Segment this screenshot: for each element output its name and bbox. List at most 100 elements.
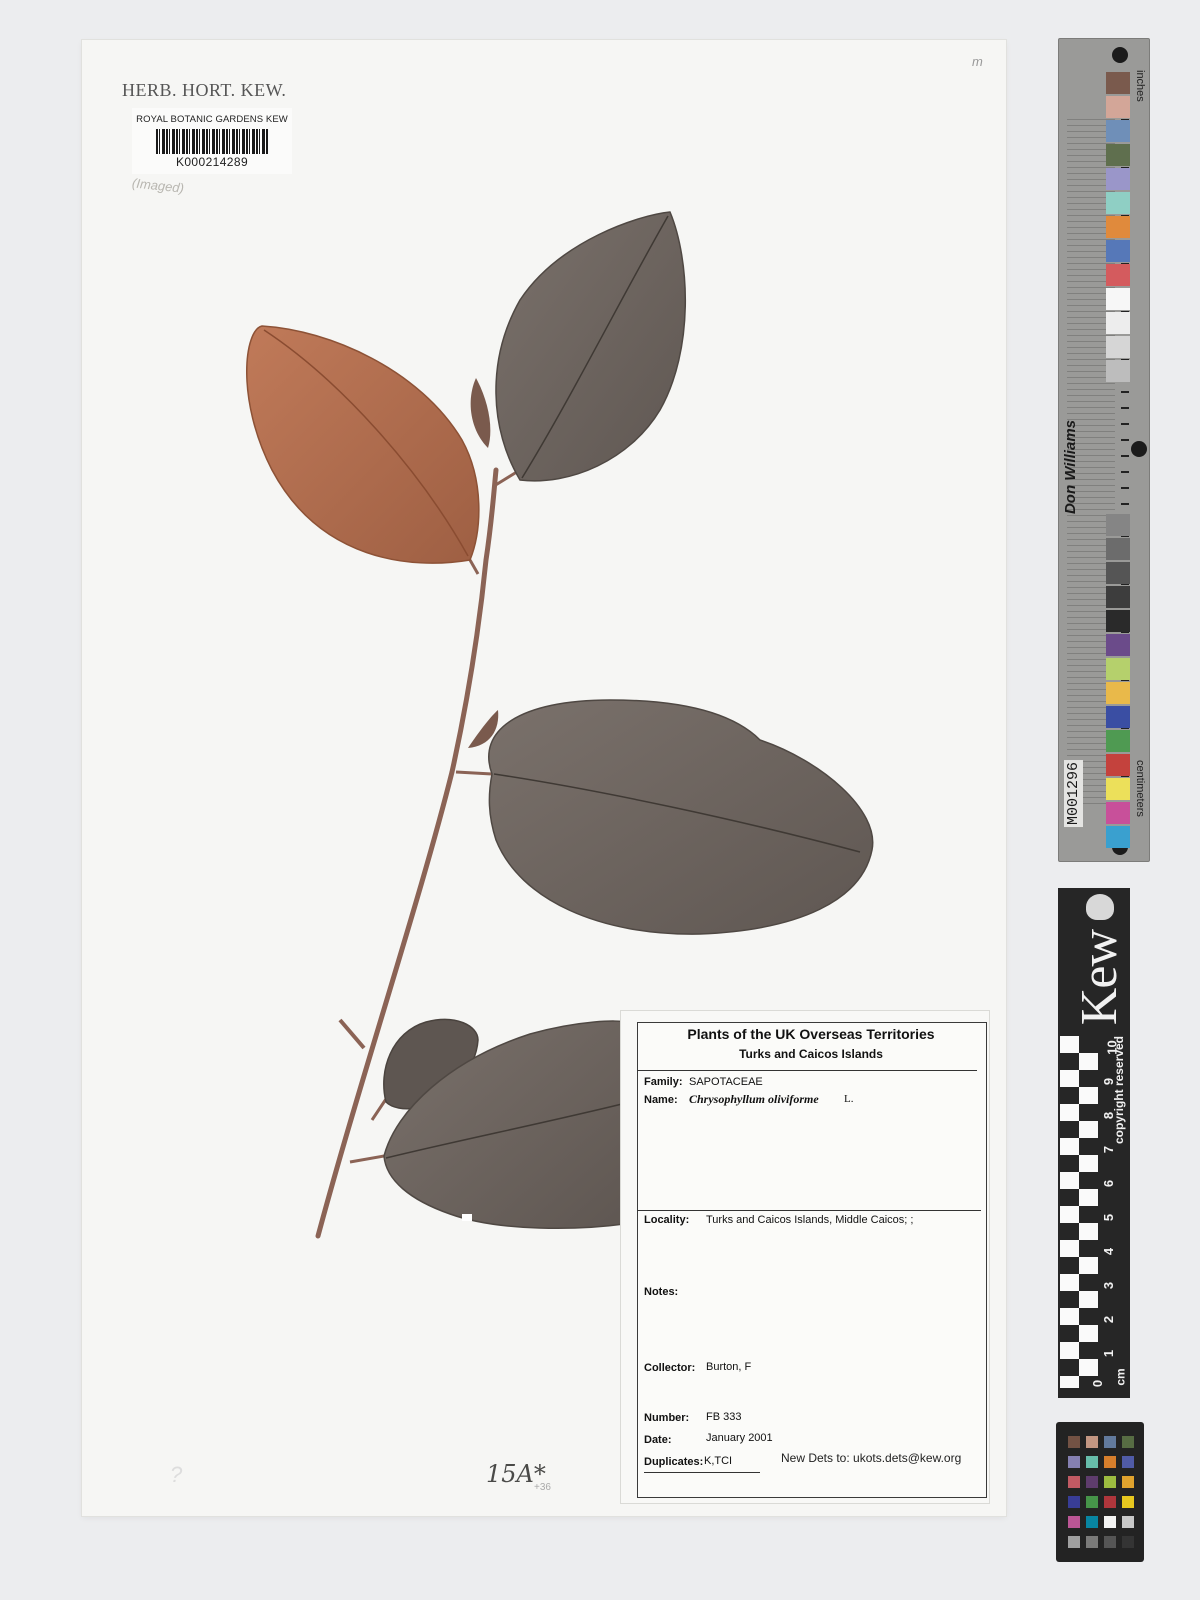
ruler-hole-middle <box>1131 441 1147 457</box>
side-twig <box>338 1018 366 1050</box>
family-value: SAPOTACEAE <box>689 1076 763 1088</box>
ruler-hole-top <box>1112 47 1128 63</box>
duplicates-label: Duplicates: <box>644 1456 704 1468</box>
kew-tick-4: 4 <box>1101 1247 1117 1256</box>
kew-wordmark: Kew <box>1071 930 1128 1026</box>
ruler-unit-bottom: centimeters <box>1134 760 1146 817</box>
swatch-blue <box>1106 706 1130 728</box>
swatch-orange <box>1106 216 1130 238</box>
swatch-purplish-blue <box>1106 240 1130 262</box>
number-label: Number: <box>644 1412 690 1424</box>
swatch-yellow <box>1106 778 1130 800</box>
swatch-green <box>1106 730 1130 752</box>
checker-chip <box>1086 1496 1098 1508</box>
swatch-grey-5 <box>1106 538 1130 560</box>
checker-chip <box>1068 1456 1080 1468</box>
swatch-grey-6 <box>1106 562 1130 584</box>
name-value: Chrysophyllum oliviforme <box>689 1092 819 1106</box>
new-dets-note: New Dets to: ukots.dets@kew.org <box>781 1451 962 1465</box>
checker-chip <box>1068 1536 1080 1548</box>
swatch-orange-yellow <box>1106 682 1130 704</box>
swatch-purple <box>1106 634 1130 656</box>
label-rule-top <box>637 1070 977 1071</box>
family-label: Family: <box>644 1076 683 1088</box>
kew-tick-8: 8 <box>1101 1111 1117 1120</box>
ruler-maker: Don Williams <box>1062 420 1079 515</box>
leaf-middle <box>488 699 874 935</box>
collector-value: Burton, F <box>706 1361 752 1373</box>
checker-chip <box>1086 1436 1098 1448</box>
kew-unit: cm <box>1113 1368 1128 1386</box>
petiole-bottom <box>349 1154 385 1164</box>
locality-value: Turks and Caicos Islands, Middle Caicos;… <box>706 1214 914 1226</box>
duplicates-value: K,TCI <box>704 1455 733 1467</box>
kew-tick-6: 6 <box>1101 1179 1117 1188</box>
swatch-bluish-green <box>1106 192 1130 214</box>
swatch-skin <box>1106 96 1130 118</box>
checker-chip <box>1086 1536 1098 1548</box>
specimen-tag <box>462 1214 472 1221</box>
swatch-cyan <box>1106 826 1130 848</box>
checker-chip <box>1122 1476 1134 1488</box>
handwritten-question: ? <box>170 1462 183 1487</box>
kew-scale-checker-right <box>1079 1036 1098 1388</box>
ruler-code: M001296 <box>1064 760 1083 828</box>
locality-label: Locality: <box>644 1214 690 1226</box>
swatch-grey-2 <box>1106 336 1130 358</box>
checker-chip <box>1122 1436 1134 1448</box>
handwritten-small: +36 <box>534 1482 551 1493</box>
duplicates-underline <box>644 1472 760 1473</box>
swatch-brown <box>1106 72 1130 94</box>
swatch-white <box>1106 288 1130 310</box>
label-title: Plants of the UK Overseas Territories <box>687 1026 935 1042</box>
number-value: FB 333 <box>706 1411 742 1423</box>
checker-chip <box>1122 1536 1134 1548</box>
checker-chip <box>1104 1496 1116 1508</box>
petiole-middle <box>455 770 493 776</box>
checker-chip <box>1086 1516 1098 1528</box>
label-rule-middle <box>637 1210 981 1211</box>
leaf-top-right <box>495 211 687 482</box>
swatch-grey-3 <box>1106 360 1130 382</box>
kew-tick-1: 1 <box>1101 1349 1117 1358</box>
name-label: Name: <box>644 1094 678 1106</box>
swatch-magenta <box>1106 802 1130 824</box>
swatch-blue-flower <box>1106 168 1130 190</box>
checker-chip <box>1068 1516 1080 1528</box>
kew-tick-7: 7 <box>1101 1145 1117 1154</box>
name-author: L. <box>844 1093 854 1105</box>
leaf-rust <box>246 325 480 564</box>
date-label: Date: <box>644 1434 672 1446</box>
swatch-grey-4 <box>1106 514 1130 536</box>
checker-chip <box>1104 1476 1116 1488</box>
kew-tick-10: 10 <box>1104 1040 1120 1055</box>
checker-chip <box>1104 1516 1116 1528</box>
checker-chip <box>1122 1516 1134 1528</box>
checker-chip <box>1104 1436 1116 1448</box>
petiole-top-left <box>468 559 480 575</box>
date-value: January 2001 <box>706 1432 773 1444</box>
swatch-red <box>1106 754 1130 776</box>
swatch-grey-7 <box>1106 586 1130 608</box>
ruler-unit-top: inches <box>1134 70 1146 102</box>
collector-label: Collector: <box>644 1362 696 1374</box>
checker-chip <box>1086 1456 1098 1468</box>
kew-tick-3: 3 <box>1101 1281 1117 1290</box>
checker-chip <box>1068 1496 1080 1508</box>
notes-label: Notes: <box>644 1286 679 1298</box>
checker-chip <box>1068 1476 1080 1488</box>
checker-chip <box>1122 1456 1134 1468</box>
swatch-sky <box>1106 120 1130 142</box>
checker-chip <box>1104 1456 1116 1468</box>
swatch-foliage <box>1106 144 1130 166</box>
kew-tick-2: 2 <box>1101 1315 1117 1324</box>
swatch-moderate-red <box>1106 264 1130 286</box>
swatch-yellow-green <box>1106 658 1130 680</box>
swatch-grey-1 <box>1106 312 1130 334</box>
label-subtitle: Turks and Caicos Islands <box>739 1047 883 1061</box>
kew-tick-5: 5 <box>1101 1213 1117 1222</box>
checker-chip <box>1068 1436 1080 1448</box>
kew-tick-0: 0 <box>1090 1379 1106 1388</box>
checker-chip <box>1086 1476 1098 1488</box>
kew-crest-icon <box>1086 894 1114 920</box>
